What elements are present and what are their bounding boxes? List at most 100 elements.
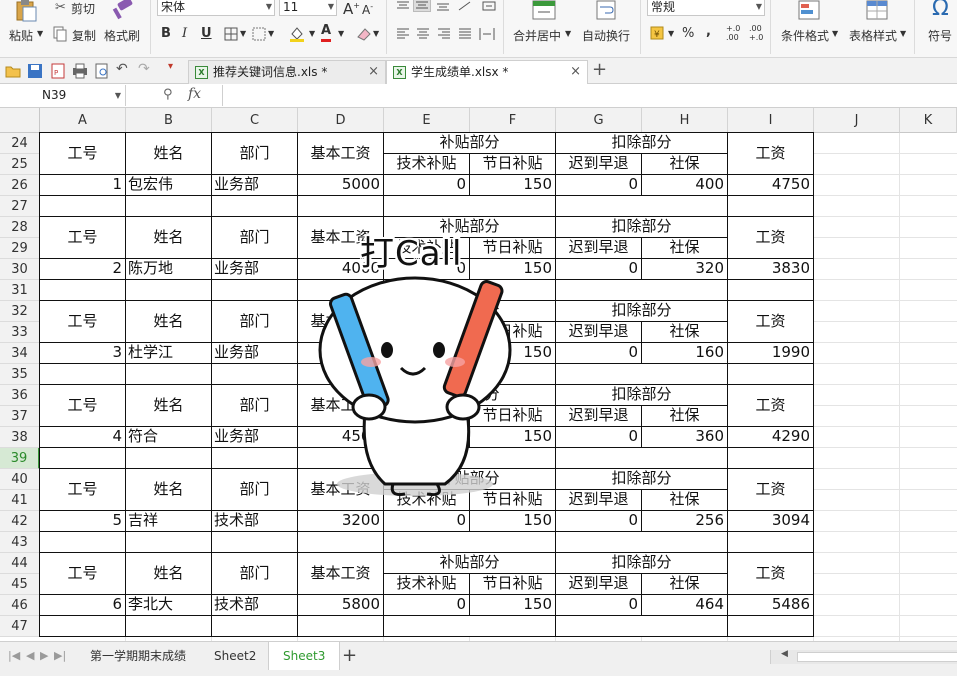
column-header[interactable]: K bbox=[900, 108, 957, 133]
last-sheet-icon[interactable]: ▶| bbox=[54, 649, 66, 662]
zoom-lookup-icon[interactable]: ⚲ bbox=[163, 87, 173, 102]
row-header[interactable]: 40 bbox=[0, 469, 40, 490]
merge-center-icon[interactable] bbox=[532, 0, 556, 20]
row-header[interactable]: 24 bbox=[0, 133, 40, 154]
indent-icon[interactable] bbox=[482, 0, 496, 11]
column-header[interactable]: D bbox=[298, 108, 384, 133]
cut-button[interactable]: 剪切 bbox=[71, 0, 95, 17]
file-tab[interactable]: X 推荐关键词信息.xls * × bbox=[188, 60, 386, 84]
clear-dropdown-icon[interactable]: ▼ bbox=[373, 29, 379, 38]
row-header[interactable]: 28 bbox=[0, 217, 40, 238]
copy-icon[interactable] bbox=[53, 26, 67, 42]
add-sheet-icon[interactable]: + bbox=[342, 645, 357, 666]
row-header[interactable]: 46 bbox=[0, 595, 40, 616]
merge-center-button[interactable]: 合并居中 bbox=[513, 27, 561, 44]
horizontal-scrollbar[interactable]: ◀ bbox=[770, 649, 957, 664]
file-tab-active[interactable]: X 学生成绩单.xlsx * × bbox=[386, 60, 588, 84]
fill-color-icon[interactable] bbox=[288, 25, 306, 43]
row-header[interactable]: 33 bbox=[0, 322, 40, 343]
export-pdf-icon[interactable]: P bbox=[50, 63, 66, 79]
font-size-select[interactable]: 11 ▼ bbox=[279, 0, 337, 16]
open-folder-icon[interactable] bbox=[5, 63, 21, 79]
bold-button[interactable]: B bbox=[161, 25, 171, 43]
copy-button[interactable]: 复制 bbox=[72, 27, 96, 44]
font-color-button[interactable]: A bbox=[321, 23, 332, 42]
customize-dropdown-icon[interactable]: ▾ bbox=[168, 61, 184, 77]
align-right-icon[interactable] bbox=[437, 28, 451, 40]
column-header[interactable]: I bbox=[728, 108, 814, 133]
print-icon[interactable] bbox=[72, 63, 88, 79]
clear-format-icon[interactable] bbox=[355, 25, 373, 43]
align-top-icon[interactable] bbox=[396, 0, 410, 10]
border-dropdown-icon[interactable]: ▼ bbox=[240, 29, 246, 38]
redo-icon[interactable]: ↷ bbox=[138, 61, 154, 77]
conditional-format-icon[interactable] bbox=[798, 0, 822, 22]
sheet-tab-sheet3[interactable]: Sheet3 bbox=[268, 642, 341, 670]
row-header[interactable]: 44 bbox=[0, 553, 40, 574]
select-all-corner[interactable] bbox=[0, 108, 40, 133]
scroll-left-icon[interactable]: ◀ bbox=[781, 649, 788, 659]
increase-decimal-icon[interactable]: +.0.00 bbox=[726, 24, 740, 42]
close-icon[interactable]: × bbox=[570, 61, 581, 83]
next-sheet-icon[interactable]: ▶ bbox=[40, 649, 48, 662]
currency-dropdown-icon[interactable]: ▼ bbox=[668, 29, 674, 38]
print-preview-icon[interactable] bbox=[94, 63, 110, 79]
justify-icon[interactable] bbox=[458, 28, 472, 40]
table-style-icon[interactable] bbox=[866, 0, 890, 22]
row-header[interactable]: 26 bbox=[0, 175, 40, 196]
align-middle-icon[interactable] bbox=[413, 0, 431, 12]
italic-button[interactable]: I bbox=[182, 25, 187, 43]
format-painter-button[interactable]: 格式刷 bbox=[104, 27, 140, 44]
wrap-text-button[interactable]: 自动换行 bbox=[582, 27, 630, 44]
row-header[interactable]: 37 bbox=[0, 406, 40, 427]
fill-color-dropdown-icon[interactable]: ▼ bbox=[309, 29, 315, 38]
decrease-font-icon[interactable]: A- bbox=[362, 0, 373, 19]
row-header[interactable]: 45 bbox=[0, 574, 40, 595]
underline-button[interactable]: U bbox=[201, 25, 212, 43]
paste-button[interactable]: 粘贴 bbox=[9, 27, 33, 44]
row-header[interactable]: 29 bbox=[0, 238, 40, 259]
row-header[interactable]: 43 bbox=[0, 532, 40, 553]
currency-icon[interactable]: ¥ bbox=[650, 25, 666, 41]
border-icon[interactable] bbox=[224, 27, 238, 41]
row-header[interactable]: 35 bbox=[0, 364, 40, 385]
table-style-button[interactable]: 表格样式 bbox=[849, 27, 897, 44]
row-header[interactable]: 39 bbox=[0, 448, 40, 469]
number-format-select[interactable]: 常规 ▼ bbox=[647, 0, 765, 16]
symbol-button[interactable]: 符号 bbox=[928, 27, 952, 44]
scissors-icon[interactable]: ✂ bbox=[55, 0, 66, 15]
table-style-dropdown-icon[interactable]: ▼ bbox=[900, 29, 906, 38]
orientation-icon[interactable] bbox=[458, 0, 472, 11]
align-center-icon[interactable] bbox=[416, 28, 430, 40]
column-header[interactable]: A bbox=[40, 108, 126, 133]
new-tab-icon[interactable]: + bbox=[592, 59, 607, 80]
row-header[interactable]: 34 bbox=[0, 343, 40, 364]
font-name-select[interactable]: 宋体 ▼ bbox=[157, 0, 275, 16]
column-header[interactable]: F bbox=[470, 108, 556, 133]
cond-dropdown-icon[interactable]: ▼ bbox=[832, 29, 838, 38]
merge-dropdown-icon[interactable]: ▼ bbox=[565, 29, 571, 38]
undo-icon[interactable]: ↶ bbox=[116, 61, 132, 77]
prev-sheet-icon[interactable]: ◀ bbox=[26, 649, 34, 662]
row-header[interactable]: 36 bbox=[0, 385, 40, 406]
column-header[interactable]: B bbox=[126, 108, 212, 133]
font-color-dropdown-icon[interactable]: ▼ bbox=[338, 29, 344, 38]
function-icon[interactable]: fx bbox=[188, 86, 201, 102]
row-header[interactable]: 32 bbox=[0, 301, 40, 322]
percent-button[interactable]: % bbox=[682, 25, 694, 43]
row-header[interactable]: 41 bbox=[0, 490, 40, 511]
column-header[interactable]: J bbox=[814, 108, 900, 133]
sheet-tab-sheet2[interactable]: Sheet2 bbox=[200, 642, 270, 670]
wrap-text-icon[interactable] bbox=[596, 0, 616, 20]
name-box[interactable]: N39 ▼ bbox=[0, 85, 126, 106]
sheet-tab-term-results[interactable]: 第一学期期末成绩 bbox=[76, 642, 200, 670]
row-header[interactable]: 25 bbox=[0, 154, 40, 175]
thousands-separator-icon[interactable]: , bbox=[706, 23, 711, 41]
formula-input[interactable] bbox=[222, 85, 957, 106]
distributed-icon[interactable] bbox=[479, 28, 495, 40]
align-left-icon[interactable] bbox=[396, 28, 410, 40]
column-header[interactable]: C bbox=[212, 108, 298, 133]
conditional-format-button[interactable]: 条件格式 bbox=[781, 27, 829, 44]
column-header[interactable]: G bbox=[556, 108, 642, 133]
row-header[interactable]: 47 bbox=[0, 616, 40, 637]
